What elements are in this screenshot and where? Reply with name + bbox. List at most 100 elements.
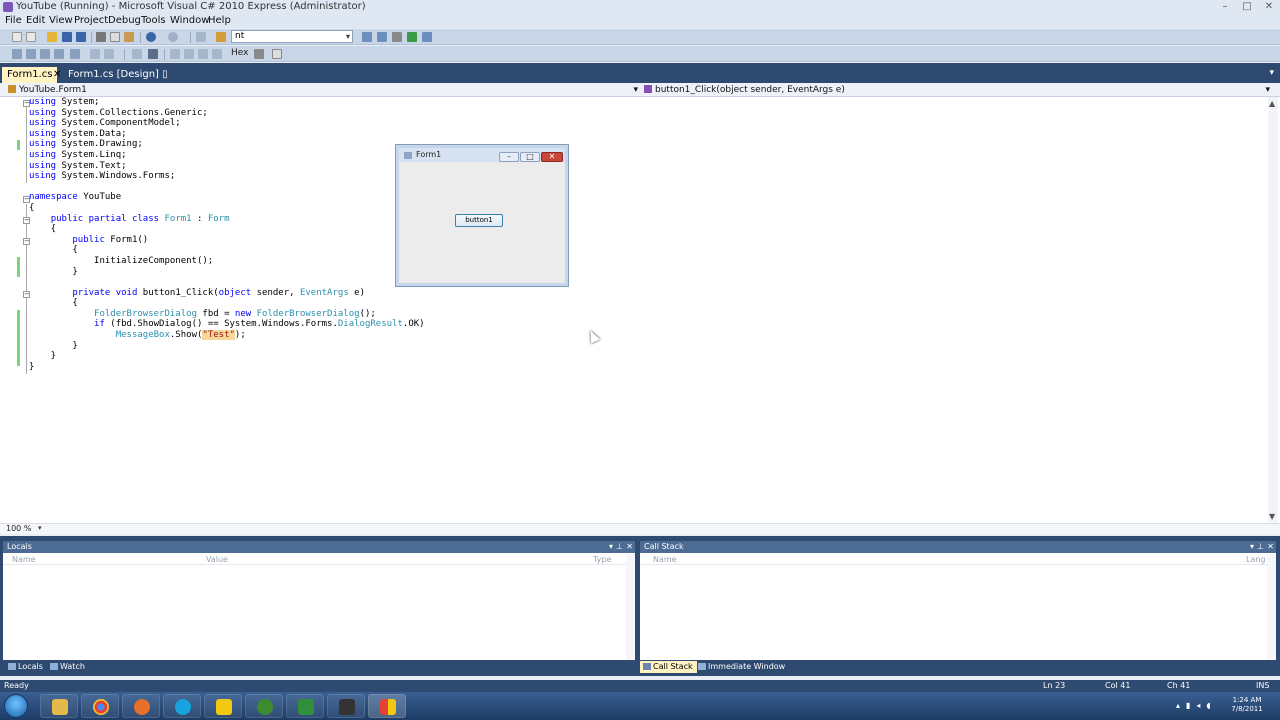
pin-icon[interactable]: ⊥ (1257, 541, 1264, 553)
form1-minimize-button[interactable]: – (499, 152, 519, 162)
tab-form1-design[interactable]: Form1.cs [Design] ▯ (63, 67, 173, 83)
new-file-icon[interactable] (26, 32, 36, 42)
redo-icon[interactable] (168, 32, 178, 42)
taskbar-running-app[interactable] (368, 694, 406, 718)
start-debugging-icon[interactable] (196, 32, 206, 42)
menu-help[interactable]: Help (208, 15, 231, 26)
code-editor[interactable]: − − − − − using System; using System.Col… (0, 97, 1280, 523)
outdent-icon[interactable] (54, 49, 64, 59)
system-tray[interactable]: ▴▮◂◖ (1176, 701, 1217, 710)
window-position-icon[interactable]: ▾ (609, 541, 613, 553)
show-next-statement-icon[interactable] (212, 49, 222, 59)
tray-clock[interactable]: 1:24 AM 7/8/2011 (1228, 696, 1266, 714)
locals-icon (8, 663, 16, 670)
form1-window[interactable]: Form1 – □ ✕ button1 (395, 144, 569, 287)
save-all-icon[interactable] (76, 32, 86, 42)
member-combo[interactable]: button1_Click(object sender, EventArgs e… (644, 84, 1270, 96)
cut-icon[interactable] (96, 32, 106, 42)
taskbar-recorder[interactable] (327, 694, 365, 718)
menu-project[interactable]: Project (74, 15, 108, 26)
call-stack-window[interactable]: Call Stack ▾ ⊥ ✕ Name Lang (640, 541, 1276, 660)
menu-debug[interactable]: Debug (108, 15, 141, 26)
chevron-down-icon: ▾ (633, 85, 638, 95)
bookmark-icon[interactable] (70, 49, 80, 59)
indent-icon[interactable] (40, 49, 50, 59)
menu-file[interactable]: File (5, 15, 22, 26)
tab-list-dropdown-icon[interactable]: ▾ (1269, 68, 1274, 78)
call-stack-scrollbar[interactable] (1267, 554, 1276, 660)
maximize-window-button[interactable]: □ (1237, 0, 1257, 14)
toolbox-icon[interactable] (392, 32, 402, 42)
windows-dropdown-icon[interactable] (272, 49, 282, 59)
taskbar-chrome[interactable] (81, 694, 119, 718)
column-value[interactable]: Value (206, 554, 228, 565)
step-out-icon[interactable] (198, 49, 208, 59)
breakpoints-icon[interactable] (254, 49, 264, 59)
form1-maximize-button[interactable]: □ (520, 152, 540, 162)
editor-vertical-scrollbar[interactable]: ▲ ▼ (1268, 97, 1278, 523)
menu-window[interactable]: Window (170, 15, 209, 26)
start-page-icon[interactable] (407, 32, 417, 42)
zoom-level[interactable]: 100 % (6, 524, 31, 533)
button1[interactable]: button1 (455, 214, 503, 227)
taskbar-visual-csharp[interactable] (286, 694, 324, 718)
align-icon[interactable] (90, 49, 100, 59)
close-window-button[interactable]: ✕ (1259, 0, 1279, 14)
window-position-icon[interactable]: ▾ (1250, 541, 1254, 553)
taskbar-xbox[interactable] (245, 694, 283, 718)
minimize-window-button[interactable]: – (1215, 0, 1235, 14)
column-name[interactable]: Name (12, 554, 36, 565)
locals-scrollbar[interactable] (626, 554, 635, 660)
stop-debugging-icon[interactable] (148, 49, 158, 59)
new-project-icon[interactable] (12, 32, 22, 42)
tab-watch[interactable]: Watch (47, 661, 89, 673)
open-icon[interactable] (47, 32, 57, 42)
scroll-down-icon[interactable]: ▼ (1269, 512, 1275, 521)
save-icon[interactable] (62, 32, 72, 42)
find-in-files-icon[interactable] (216, 32, 226, 42)
comment-icon[interactable] (12, 49, 22, 59)
menu-view[interactable]: View (49, 15, 73, 26)
uncomment-icon[interactable] (26, 49, 36, 59)
menu-tools[interactable]: Tools (141, 15, 166, 26)
format-icon[interactable] (104, 49, 114, 59)
taskbar-skype[interactable] (163, 694, 201, 718)
undo-icon[interactable] (146, 32, 156, 42)
paste-icon[interactable] (124, 32, 134, 42)
chevron-down-icon[interactable]: ▾ (38, 524, 42, 532)
step-into-icon[interactable] (170, 49, 180, 59)
extension-manager-icon[interactable] (422, 32, 432, 42)
start-button-icon[interactable] (4, 694, 28, 718)
taskbar-explorer[interactable] (40, 694, 78, 718)
copy-icon[interactable] (110, 32, 120, 42)
tab-immediate-window[interactable]: Immediate Window (695, 661, 789, 673)
close-icon[interactable]: ✕ (626, 541, 633, 553)
change-indicator (17, 310, 20, 366)
close-icon[interactable]: ✕ (1267, 541, 1274, 553)
close-tab-icon[interactable]: ✕ (53, 67, 61, 83)
folder-icon (52, 699, 68, 715)
locals-window[interactable]: Locals ▾ ⊥ ✕ Name Value Type (3, 541, 635, 660)
properties-icon[interactable] (377, 32, 387, 42)
skype-icon (175, 699, 191, 715)
tab-form1-cs[interactable]: Form1.cs (2, 67, 58, 83)
hex-display-button[interactable]: Hex (231, 48, 248, 58)
application-icon (380, 699, 396, 715)
scroll-up-icon[interactable]: ▲ (1269, 99, 1275, 108)
column-name[interactable]: Name (653, 554, 677, 565)
solution-explorer-icon[interactable] (362, 32, 372, 42)
taskbar-firefox[interactable] (122, 694, 160, 718)
menu-edit[interactable]: Edit (26, 15, 45, 26)
find-combo[interactable]: nt ▾ (231, 30, 353, 43)
step-over-icon[interactable] (184, 49, 194, 59)
column-lang[interactable]: Lang (1246, 554, 1266, 565)
column-type[interactable]: Type (593, 554, 611, 565)
pin-icon[interactable]: ⊥ (616, 541, 623, 553)
tab-locals[interactable]: Locals (5, 661, 47, 673)
continue-icon[interactable] (132, 49, 142, 59)
class-combo[interactable]: YouTube.Form1 ▾ (8, 84, 638, 96)
tab-call-stack[interactable]: Call Stack (640, 661, 697, 673)
form1-close-button[interactable]: ✕ (541, 152, 563, 162)
taskbar-aim[interactable] (204, 694, 242, 718)
form1-caption-bar[interactable]: Form1 – □ ✕ (399, 148, 565, 162)
